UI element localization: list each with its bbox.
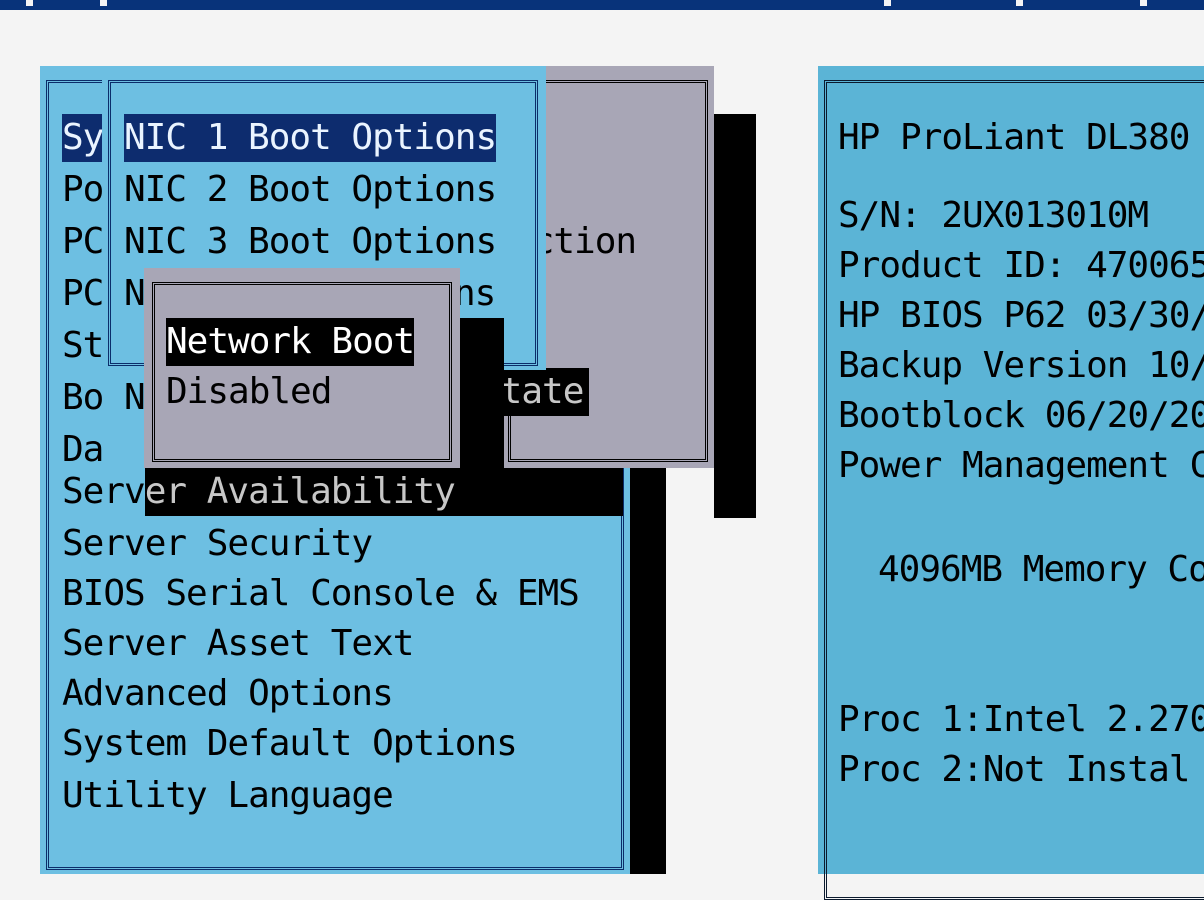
info-serial: S/N: 2UX013010M <box>838 195 1149 236</box>
nic-3-boot-options[interactable]: NIC 3 Boot Options <box>124 218 497 266</box>
menu-item-pci-1[interactable]: PC <box>62 218 104 266</box>
info-backup-version: Backup Version 10/ <box>838 345 1204 386</box>
menu-item-power[interactable]: Po <box>62 166 104 214</box>
menu-item-date-time[interactable]: Da <box>62 426 104 474</box>
menu-item-server-security[interactable]: Server Security <box>62 520 373 568</box>
menu-item-bios-serial-console[interactable]: BIOS Serial Console & EMS <box>62 570 580 618</box>
nic-1-boot-options[interactable]: NIC 1 Boot Options <box>124 114 497 162</box>
menu-item-standard[interactable]: St <box>62 322 104 370</box>
nic-behind-fragment: N <box>124 377 146 418</box>
nic-4-boot-options-tail: ns <box>454 273 496 314</box>
info-power-management: Power Management C <box>838 445 1204 486</box>
menu-item-system-default-options[interactable]: System Default Options <box>62 720 518 768</box>
menu-item-advanced-options[interactable]: Advanced Options <box>62 670 394 718</box>
info-bios-version: HP BIOS P62 03/30/ <box>838 295 1204 336</box>
info-bootblock: Bootblock 06/20/20 <box>838 395 1204 436</box>
nic-2-boot-options[interactable]: NIC 2 Boot Options <box>124 166 497 214</box>
nic-4-boot-options[interactable]: N <box>124 270 146 318</box>
menu-item-server-asset-text[interactable]: Server Asset Text <box>62 620 414 668</box>
info-proc-1: Proc 1:Intel 2.270 <box>838 699 1204 740</box>
menu-item-server-availability[interactable]: Server Availability <box>62 468 623 516</box>
option-network-boot[interactable]: Network Boot <box>166 318 415 366</box>
info-model: HP ProLiant DL380 <box>838 117 1190 158</box>
panel-shadow <box>714 114 756 518</box>
menu-item-pci-2[interactable]: PC <box>62 270 104 318</box>
popup-shadow <box>460 318 504 468</box>
top-bar <box>0 0 1204 10</box>
menu-item-boot[interactable]: Bo <box>62 374 104 422</box>
option-disabled[interactable]: Disabled <box>166 368 332 416</box>
menu-item-system-options[interactable]: Sy <box>62 114 104 162</box>
info-proc-2: Proc 2:Not Instal <box>838 749 1190 790</box>
panel-shadow <box>626 440 666 874</box>
info-product-id: Product ID: 470065 <box>838 245 1204 286</box>
menu-item-utility-language[interactable]: Utility Language <box>62 772 394 820</box>
info-memory: 4096MB Memory Co <box>878 549 1204 590</box>
